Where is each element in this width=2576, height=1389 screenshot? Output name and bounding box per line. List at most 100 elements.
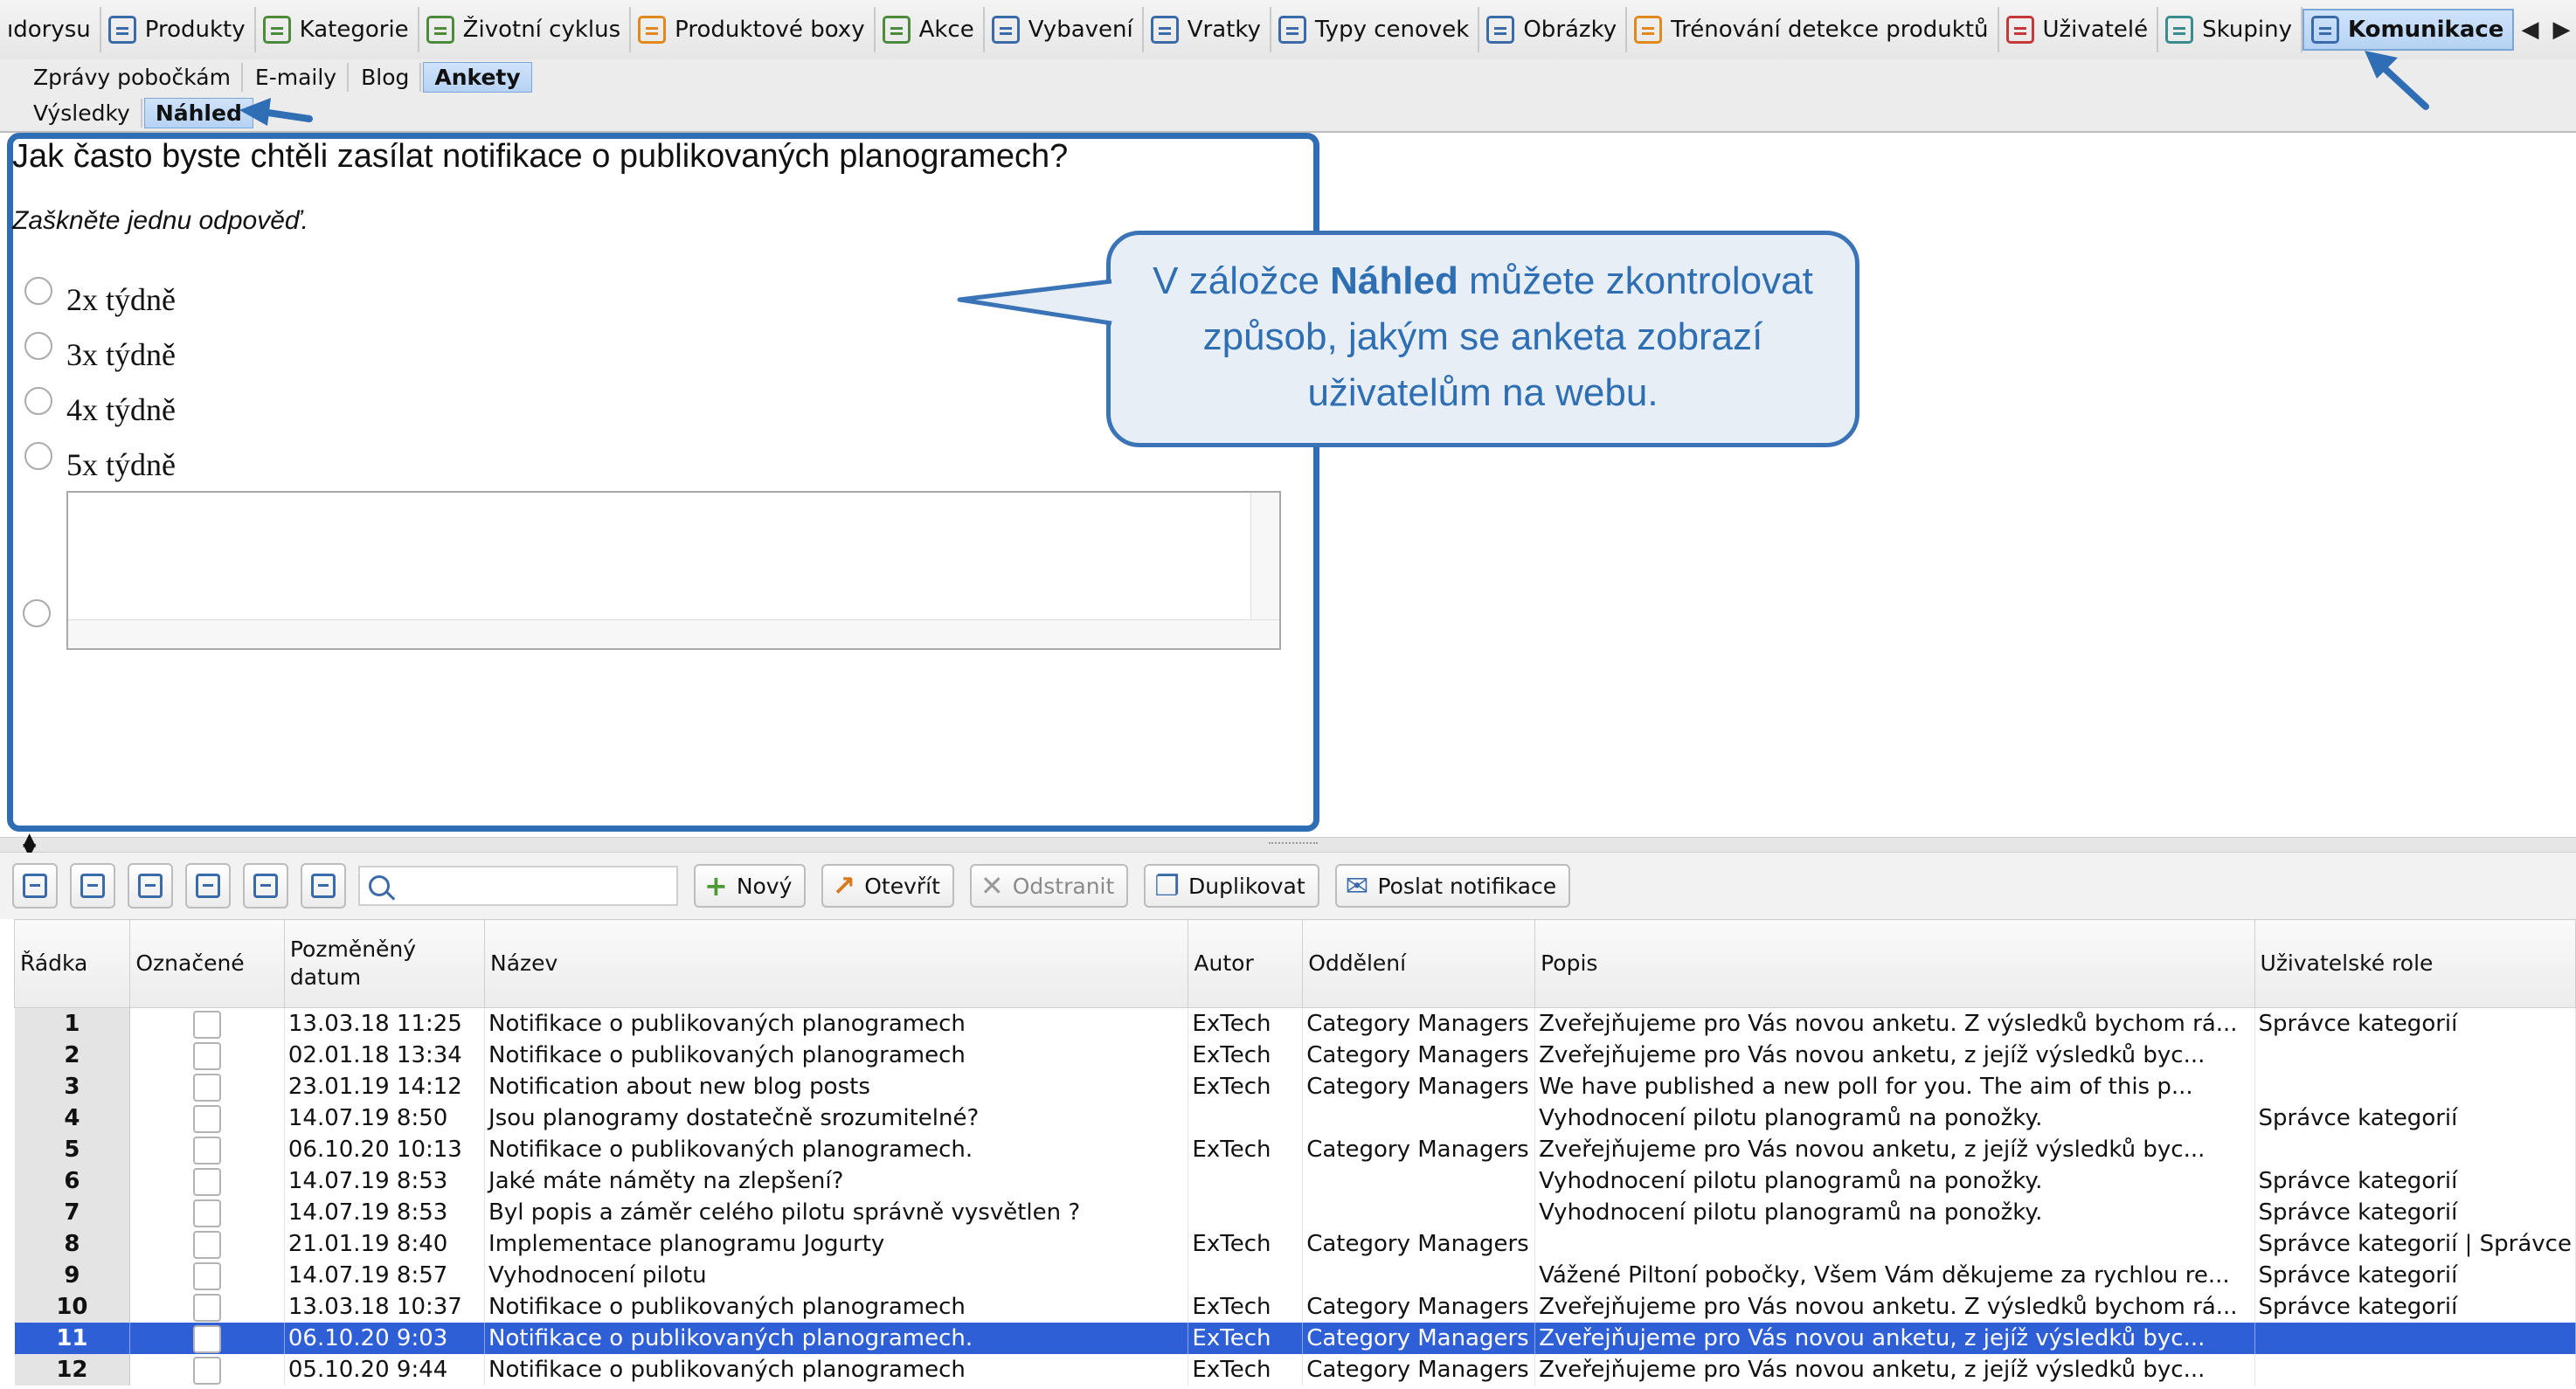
department-cell [1302,1165,1536,1197]
copy-button[interactable] [70,863,115,909]
row-checkbox[interactable] [193,1104,222,1133]
tab-product-boxes[interactable]: Produktové boxy [631,7,876,52]
tab-returns[interactable]: Vratky [1144,7,1271,52]
row-checkbox[interactable] [193,1261,222,1290]
table-row[interactable]: 10 13.03.18 10:37 Notifikace o publikovaný… [14,1291,2576,1323]
column-header-user-roles[interactable]: Uživatelské role [2254,919,2576,1008]
marked-cell [129,1291,285,1323]
name-cell: Notifikace o publikovaných planogramech. [484,1134,1189,1165]
table-row[interactable]: 7 14.07.19 8:53 Byl popis a záměr celého p… [14,1197,2576,1228]
table-row[interactable]: 3 23.01.19 14:12 Notification about new bl… [14,1071,2576,1102]
column-header-row-number[interactable]: Řádka [14,919,131,1008]
table-row[interactable]: 5 06.10.20 10:13 Notifikace o publikovanýc… [14,1134,2576,1165]
poll-option[interactable]: 2x týdně [24,277,176,318]
radio-button[interactable] [24,442,52,470]
department-cell: Category Managers [1302,1134,1536,1165]
delete-button[interactable]: ✕ Odstranit [969,864,1129,908]
column-header-author[interactable]: Autor [1188,919,1304,1008]
products-icon [107,16,136,44]
subtab-branch-messages[interactable]: Zprávy pobočkám [23,62,243,92]
column-header-name[interactable]: Název [484,919,1189,1008]
poll-option[interactable]: 4x týdně [24,387,176,428]
row-checkbox[interactable] [193,1041,222,1070]
open-icon: ↗ [832,869,856,902]
export-button[interactable] [185,863,231,909]
open-button[interactable]: ↗ Otevřít [821,864,954,908]
tab-equipment[interactable]: Vybavení [985,7,1144,52]
tab-label: Skupiny [2202,17,2292,43]
send-notifications-button[interactable]: ✉ Poslat notifikace [1334,864,1571,908]
tab-product-detection-training[interactable]: Trénování detekce produktů [1627,7,1999,52]
row-checkbox[interactable] [193,1199,222,1227]
subtab-preview[interactable]: Náhled [143,97,253,128]
row-number-cell: 7 [14,1197,131,1228]
splitter-grip[interactable] [1269,842,1318,847]
scroll-right-icon[interactable]: ▶ [2545,17,2576,43]
table-row[interactable]: 11 06.10.20 9:03 Notifikace o publikovanýc… [14,1323,2576,1354]
row-checkbox[interactable] [193,1167,222,1196]
row-checkbox[interactable] [193,1324,222,1353]
row-checkbox[interactable] [193,1293,222,1322]
table-row[interactable]: 2 02.01.18 13:34 Notifikace o publikovanýc… [14,1040,2576,1071]
tab-groups[interactable]: Skupiny [2158,7,2302,52]
row-checkbox[interactable] [193,1230,222,1259]
columns-button[interactable] [301,863,346,909]
table-row[interactable]: 1 13.03.18 11:25 Notifikace o publikovanýc… [14,1007,2576,1040]
table-row[interactable]: 12 05.10.20 9:44 Notifikace o publikovanýc… [14,1354,2576,1386]
tab-promotions[interactable]: Akce [876,7,985,52]
tab-label: Typy cenovek [1314,17,1470,43]
subtab-blog[interactable]: Blog [350,62,422,92]
tab-label: Vybavení [1028,17,1133,43]
table-row[interactable]: 6 14.07.19 8:53 Jaké máte náměty na zlepše… [14,1165,2576,1197]
table-row[interactable]: 9 14.07.19 8:57 Vyhodnocení pilotu Vážené P… [14,1260,2576,1291]
tab-lifecycle[interactable]: Životní cyklus [419,7,632,52]
list-button[interactable] [243,863,288,909]
row-checkbox[interactable] [193,1010,222,1039]
roles-cell: Správce kategorií [2254,1260,2576,1291]
subtab-emails[interactable]: E-maily [245,62,350,92]
row-checkbox[interactable] [193,1356,222,1385]
tab-floorplans[interactable]: ıdorysu [0,7,101,52]
table-row[interactable]: 4 14.07.19 8:50 Jsou planogramy dostatečně… [14,1102,2576,1134]
column-header-modified-date[interactable]: Pozměněný datum [283,919,486,1008]
collapse-arrows-icon[interactable]: ▲ ▼ [23,830,36,858]
marked-cell [129,1102,285,1134]
mail-icon [2310,16,2339,44]
date-cell: 13.03.18 10:37 [284,1291,486,1323]
row-checkbox[interactable] [193,1073,222,1102]
search-box[interactable] [358,866,678,906]
column-header-marked[interactable]: Označené [129,919,285,1008]
radio-button[interactable] [24,387,52,415]
tab-products[interactable]: Produkty [101,7,256,52]
department-cell: Category Managers [1302,1228,1536,1260]
tab-users[interactable]: Uživatelé [1999,7,2159,52]
radio-button[interactable] [24,277,52,305]
tab-images[interactable]: Obrázky [1479,7,1628,52]
name-cell: Notifikace o publikovaných planogramech [484,1354,1189,1386]
new-button[interactable]: + Nový [694,864,807,908]
column-header-description[interactable]: Popis [1534,919,2255,1008]
subtab-polls[interactable]: Ankety [423,61,532,93]
department-cell [1302,1197,1536,1228]
select-all-button[interactable] [12,863,58,909]
tab-categories[interactable]: Kategorie [256,7,419,52]
row-checkbox[interactable] [193,1136,222,1164]
other-answer-textarea[interactable] [66,491,1281,650]
table-row[interactable]: 8 21.01.19 8:40 Implementace planogramu Jo… [14,1228,2576,1260]
tab-communication[interactable]: Komunikace [2302,9,2515,51]
help-button[interactable] [128,863,173,909]
scroll-left-icon[interactable]: ◀ [2514,17,2545,43]
other-option-radio[interactable] [23,599,51,627]
subtab-results[interactable]: Výsledky [23,98,142,128]
vertical-scrollbar[interactable] [1250,493,1279,620]
search-input[interactable] [398,873,664,899]
horizontal-scrollbar[interactable] [68,619,1279,648]
poll-option[interactable]: 3x týdně [24,332,176,373]
tab-price-tag-types[interactable]: Typy cenovek [1271,7,1480,52]
description-cell: Vyhodnocení pilotu planogramů na ponožky… [1534,1102,2255,1134]
column-header-department[interactable]: Oddělení [1302,919,1536,1008]
duplicate-button[interactable]: ❐ Duplikovat [1144,864,1319,908]
export-icon [196,874,220,898]
poll-option[interactable]: 5x týdně [24,442,176,483]
radio-button[interactable] [24,332,52,360]
